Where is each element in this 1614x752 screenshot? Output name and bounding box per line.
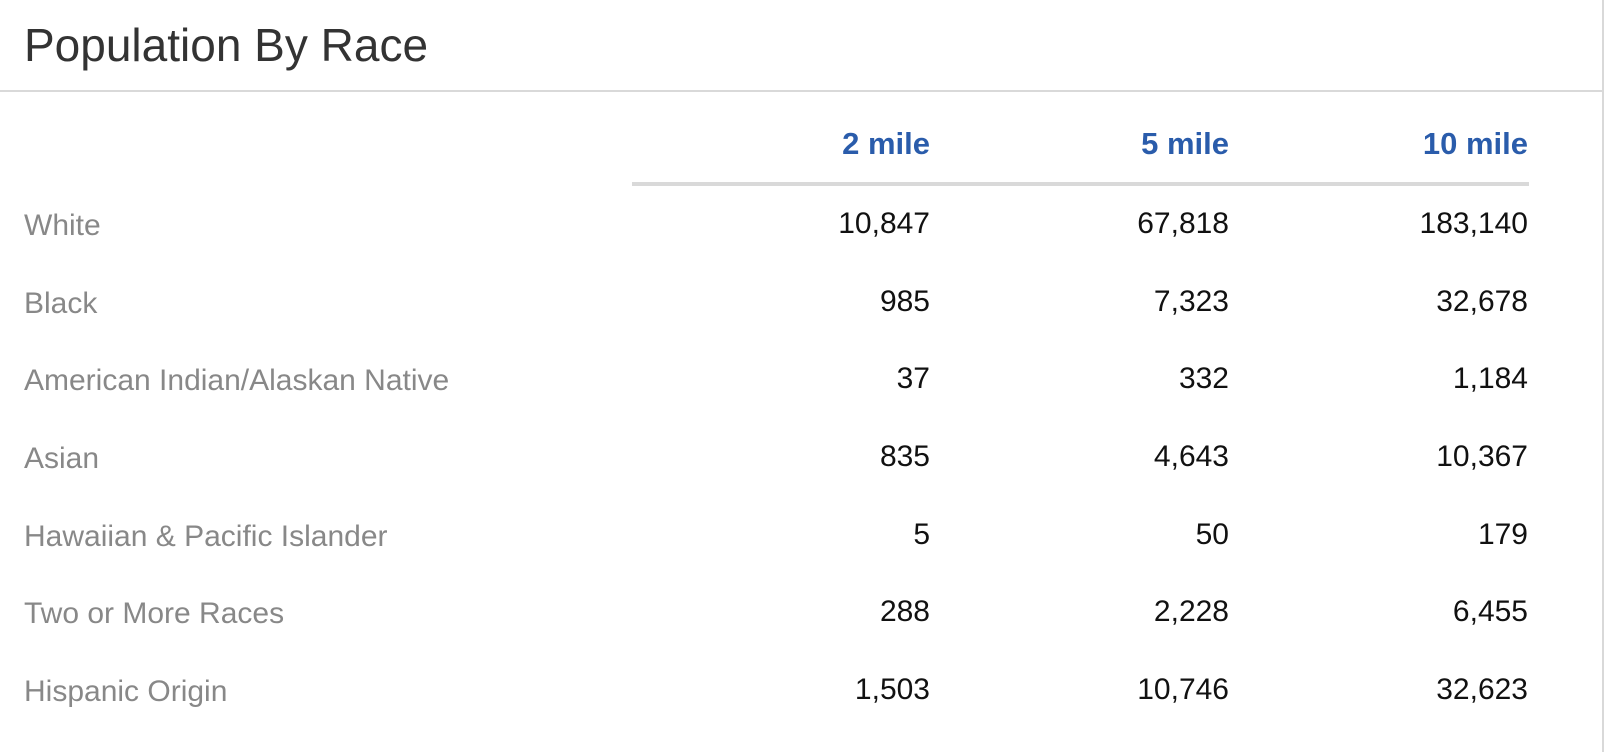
cell-2-mile: 5 [913,517,930,551]
cell-5-mile: 67,818 [1137,207,1229,240]
table-row: Black 985 7,323 32,678 [0,264,1604,342]
population-by-race-panel: Population By Race 2 mile 5 mile 10 mile… [0,0,1604,752]
cell-10-mile: 179 [1477,517,1528,551]
panel-title: Population By Race [24,19,429,71]
table-row: White 10,847 67,818 183,140 [0,186,1604,264]
cell-10-mile: 6,455 [1452,595,1528,629]
row-label: American Indian/Alaskan Native [24,364,450,398]
cell-2-mile: 288 [879,595,930,629]
table-body: White 10,847 67,818 183,140 Black 985 7,… [0,186,1604,730]
cell-10-mile: 32,678 [1436,284,1528,318]
cell-2-mile: 1,503 [854,673,930,707]
cell-5-mile: 7,323 [1153,284,1229,318]
cell-5-mile: 10,746 [1137,673,1229,707]
table-row: Hawaiian & Pacific Islander 5 50 179 [0,497,1604,575]
row-label: Two or More Races [24,597,285,631]
column-header-2-mile: 2 mile [842,126,930,161]
table-row: Hispanic Origin 1,503 10,746 32,623 [0,652,1604,730]
cell-5-mile: 2,228 [1153,595,1229,629]
cell-10-mile: 32,623 [1436,673,1528,707]
cell-2-mile: 985 [879,284,930,318]
cell-2-mile: 37 [896,362,930,396]
column-header-5-mile: 5 mile [1141,126,1229,161]
panel-header: Population By Race [0,0,1602,92]
row-label: Hispanic Origin [24,675,228,709]
table-row: American Indian/Alaskan Native 37 332 1,… [0,341,1604,419]
table-row: Two or More Races 288 2,228 6,455 [0,574,1604,652]
cell-5-mile: 332 [1178,362,1229,396]
cell-10-mile: 183,140 [1419,207,1528,240]
column-header-10-mile: 10 mile [1422,126,1528,161]
row-label: Black [24,286,98,320]
row-label: Asian [24,442,100,476]
cell-2-mile: 835 [879,440,930,474]
cell-2-mile: 10,847 [838,207,930,240]
cell-10-mile: 10,367 [1436,440,1528,474]
cell-5-mile: 4,643 [1153,440,1229,474]
table-header-row: 2 mile 5 mile 10 mile [0,92,1604,186]
row-label: White [24,209,101,242]
row-label: Hawaiian & Pacific Islander [24,519,388,553]
table-row: Asian 835 4,643 10,367 [0,419,1604,497]
cell-5-mile: 50 [1195,517,1229,551]
cell-10-mile: 1,184 [1452,362,1528,396]
